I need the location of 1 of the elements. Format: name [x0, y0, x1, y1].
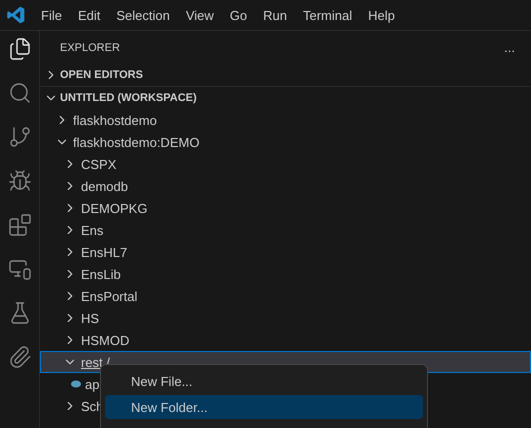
- panel-title: EXPLORER: [60, 42, 120, 54]
